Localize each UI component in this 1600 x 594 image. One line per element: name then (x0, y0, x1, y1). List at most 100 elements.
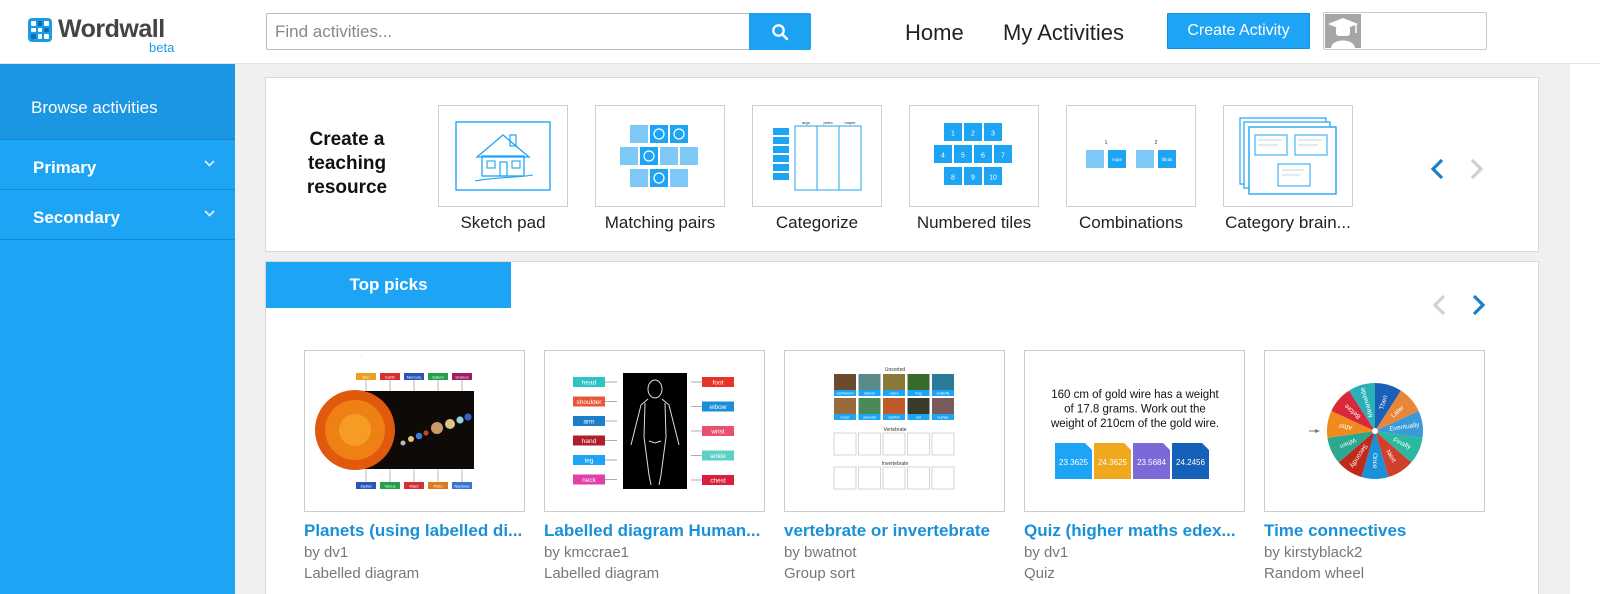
body-label: wrist (710, 428, 725, 435)
body-label: elbow (710, 404, 727, 411)
numbered-tile-label: 2 (971, 131, 975, 138)
vertebrate-thumbnail-image: Unsorted earthworm salmon cobra frog butterfl… (833, 367, 955, 490)
combination-label: 2 (1155, 140, 1158, 146)
activity-author[interactable]: by dv1 (1024, 544, 1245, 561)
combination-label: 1 (1105, 140, 1108, 146)
template-label: Categorize (775, 213, 859, 232)
numbered-tile-label: 9 (971, 175, 975, 182)
vertebrate-header: Vertebrate (883, 427, 906, 433)
activity-author[interactable]: by bwatnot (784, 544, 1005, 561)
planet-label: Sun (362, 375, 369, 380)
activity-author[interactable]: by kirstyblack2 (1264, 544, 1485, 561)
planet-label: Pluto (433, 484, 443, 489)
numbered-tile-label: 4 (941, 153, 945, 160)
activity-thumbnail: . Sun Earth Mercury Saturn Uranus Jupiter Venu… (304, 350, 525, 512)
create-activity-button[interactable]: Create Activity (1167, 13, 1310, 49)
quiz-answer-label: 24.3625 (1098, 458, 1127, 467)
template-thumbnail: 1 2 3 4 5 6 7 8 9 10 (909, 105, 1039, 207)
chevron-left-icon[interactable] (1431, 294, 1447, 316)
template-numbered-tiles[interactable]: 1 2 3 4 5 6 7 8 9 10 Numbered tiles (909, 105, 1039, 232)
template-categorize[interactable]: argo petra maple Categorize (752, 105, 882, 232)
user-menu[interactable] (1323, 12, 1487, 50)
sidebar-item-primary[interactable]: Primary (0, 140, 235, 190)
animal-label: frog (915, 392, 921, 396)
human-body-thumbnail-image: head shoulder arm hand leg neck foot elbow wrist… (573, 373, 734, 489)
activity-type: Quiz (1024, 565, 1055, 582)
activity-author[interactable]: by kmccrae1 (544, 544, 765, 561)
empty-slot (833, 432, 857, 456)
activity-title[interactable]: Labelled diagram Human... (544, 521, 765, 541)
logo-grid-icon (28, 18, 52, 42)
tab-top-picks[interactable]: Top picks (266, 262, 511, 308)
template-label: Category brain... (1225, 213, 1351, 232)
sidebar: Browse activities Primary Secondary (0, 64, 235, 594)
svg-text:.: . (360, 353, 361, 359)
search-input[interactable] (267, 14, 749, 49)
chevron-right-icon[interactable] (1469, 158, 1485, 180)
template-combinations[interactable]: 1 2 nope librati Combinations (1066, 105, 1196, 232)
page-scrollbar[interactable] (1556, 64, 1570, 594)
template-label: Combinations (1079, 213, 1183, 232)
body-label: ankle (710, 453, 726, 460)
animal-label: ant (916, 416, 921, 420)
activity-title[interactable]: Time connectives (1264, 521, 1485, 541)
body-label: head (582, 379, 597, 386)
activity-card[interactable]: Unsorted earthworm salmon cobra frog butterfl… (784, 350, 1005, 582)
template-thumbnail (1223, 105, 1353, 207)
activity-card[interactable]: Then Later Eventually Finally Next Once Second… (1264, 350, 1485, 582)
activity-type: Random wheel (1264, 565, 1365, 582)
chevron-right-icon[interactable] (1471, 294, 1487, 316)
activity-title[interactable]: Planets (using labelled di... (304, 521, 525, 541)
template-label: Matching pairs (604, 213, 716, 232)
planet-label: Venus (384, 484, 395, 489)
animal-label: salmon (864, 392, 876, 396)
numbered-tile-label: 1 (951, 131, 955, 138)
template-sketch-pad[interactable]: Sketch pad (438, 105, 568, 232)
sidebar-item-label: Secondary (33, 208, 120, 227)
empty-slot (907, 432, 930, 456)
animal-label: amoeba (863, 416, 876, 420)
chevron-down-icon (204, 160, 215, 167)
categorize-header: maple (845, 120, 857, 125)
planet-label: Earth (385, 375, 395, 380)
activity-card[interactable]: head shoulder arm hand leg neck foot elbow wrist… (544, 350, 765, 582)
template-label: Numbered tiles (916, 213, 1032, 232)
quiz-question-line: 160 cm of gold wire has a weight (1051, 389, 1219, 401)
chevron-left-icon[interactable] (1429, 158, 1445, 180)
numbered-tile-label: 10 (989, 175, 997, 182)
body-label: neck (582, 477, 596, 484)
planet-label: Neptune (454, 484, 470, 489)
vertebrate-header: Invertebrate (882, 461, 909, 467)
categorize-icon: argo petra maple (773, 120, 862, 191)
nav-home-link[interactable]: Home (905, 20, 964, 46)
activity-title[interactable]: vertebrate or invertebrate (784, 521, 1005, 541)
numbered-tile-label: 5 (961, 153, 965, 160)
empty-slot (882, 466, 906, 490)
sidebar-browse-activities[interactable]: Browse activities (0, 64, 235, 140)
activity-author[interactable]: by dv1 (304, 544, 525, 561)
animal-label: butterfly (937, 392, 950, 396)
create-panel-title: Create a teaching resource (306, 129, 388, 198)
wordwall-logo[interactable]: Wordwall beta (28, 15, 188, 56)
sidebar-item-secondary[interactable]: Secondary (0, 190, 235, 240)
empty-slot (907, 466, 930, 490)
chevron-down-icon (204, 210, 215, 217)
activity-title[interactable]: Quiz (higher maths edex... (1024, 521, 1245, 541)
template-category-brainstorm[interactable]: Category brain... (1223, 105, 1353, 232)
search-button[interactable] (749, 13, 811, 50)
sketch-house-icon (455, 121, 551, 191)
nav-my-activities-link[interactable]: My Activities (1003, 20, 1124, 46)
template-matching-pairs[interactable]: Matching pairs (595, 105, 725, 232)
vertebrate-header: Unsorted (885, 367, 906, 373)
categorize-header: petra (823, 120, 833, 125)
body-label: chest (710, 477, 726, 484)
quiz-answer-label: 23.3625 (1059, 458, 1088, 467)
empty-slot (858, 432, 881, 456)
body-label: arm (583, 418, 594, 425)
activity-card[interactable]: 160 cm of gold wire has a weight of 17.8 … (1024, 350, 1245, 582)
numbered-tile-label: 3 (991, 131, 995, 138)
body-label: hand (582, 438, 597, 445)
activity-type: Labelled diagram (304, 565, 420, 582)
activity-card[interactable]: . Sun Earth Mercury Saturn Uranus Jupiter Venu… (304, 350, 525, 582)
animal-label: horse (841, 416, 850, 420)
